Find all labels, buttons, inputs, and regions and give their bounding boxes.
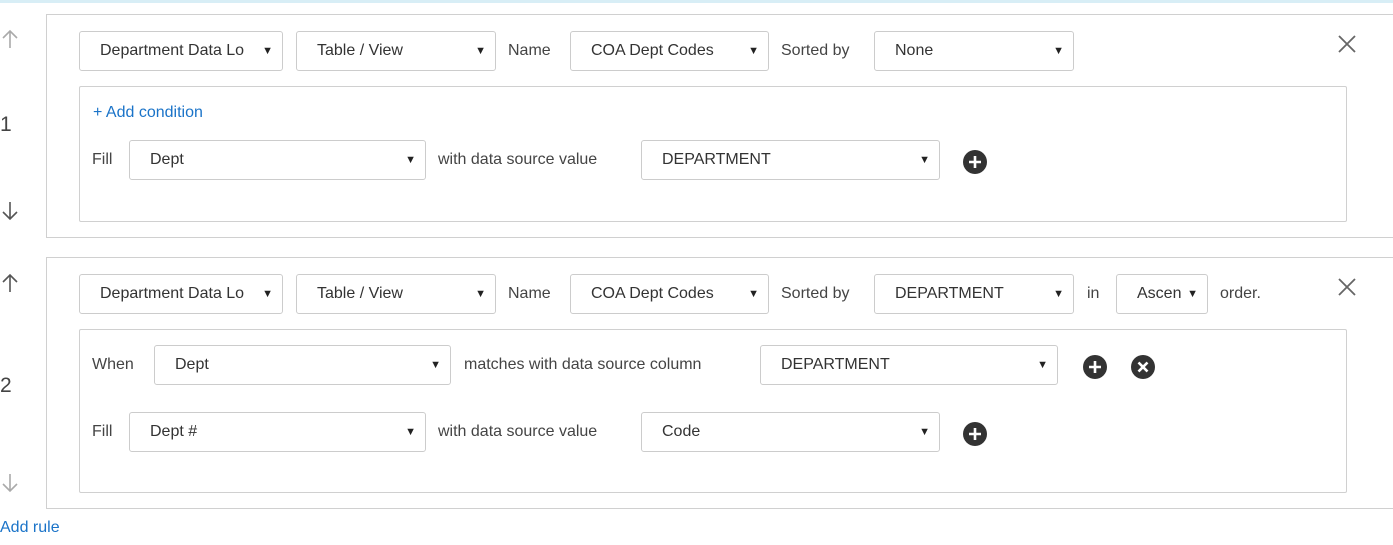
source-select[interactable]: Department Data Lo ▼: [79, 274, 283, 314]
dropdown-caret-icon: ▼: [430, 359, 441, 371]
move-up-icon[interactable]: [0, 272, 24, 296]
dropdown-caret-icon: ▼: [748, 288, 759, 300]
name-select-value: COA Dept Codes: [591, 42, 714, 59]
dropdown-caret-icon: ▼: [1037, 359, 1048, 371]
data-source-value-select[interactable]: Code ▼: [641, 412, 940, 452]
source-select-value: Department Data Lo: [100, 42, 245, 59]
dropdown-caret-icon: ▼: [262, 288, 273, 300]
sorted-by-label: Sorted by: [781, 42, 850, 59]
rule-2-mapping-box: When Dept ▼ matches with data source col…: [79, 329, 1347, 493]
fill-label: Fill: [92, 423, 113, 440]
sorted-by-select[interactable]: None ▼: [874, 31, 1074, 71]
move-up-icon[interactable]: [0, 28, 24, 52]
sort-order-select[interactable]: Ascen ▼: [1116, 274, 1208, 314]
sorted-by-label: Sorted by: [781, 285, 850, 302]
order-label: order.: [1220, 285, 1261, 302]
in-label: in: [1087, 285, 1100, 302]
dropdown-caret-icon: ▼: [1053, 288, 1064, 300]
rule-number: 1: [0, 113, 12, 136]
fill-field-select[interactable]: Dept # ▼: [129, 412, 426, 452]
source-type-value: Table / View: [317, 42, 403, 59]
source-type-value: Table / View: [317, 285, 403, 302]
rule-number: 2: [0, 374, 12, 397]
fill-field-value: Dept: [150, 151, 184, 168]
data-source-value: DEPARTMENT: [662, 151, 771, 168]
data-source-value: Code: [662, 423, 701, 440]
source-select[interactable]: Department Data Lo ▼: [79, 31, 283, 71]
add-mapping-icon[interactable]: [963, 150, 987, 174]
add-mapping-icon[interactable]: [963, 422, 987, 446]
when-field-select[interactable]: Dept ▼: [154, 345, 451, 385]
sort-order-value: Ascen: [1137, 285, 1182, 302]
matches-label: matches with data source column: [464, 356, 702, 373]
source-type-select[interactable]: Table / View ▼: [296, 274, 496, 314]
move-down-icon[interactable]: [0, 472, 24, 496]
top-border: [0, 0, 1393, 3]
fill-label: Fill: [92, 151, 113, 168]
source-type-select[interactable]: Table / View ▼: [296, 31, 496, 71]
with-data-source-label: with data source value: [438, 151, 598, 168]
fill-field-value: Dept #: [150, 423, 198, 440]
dropdown-caret-icon: ▼: [475, 45, 486, 57]
matches-column-select[interactable]: DEPARTMENT ▼: [760, 345, 1058, 385]
dropdown-caret-icon: ▼: [919, 426, 930, 438]
dropdown-caret-icon: ▼: [475, 288, 486, 300]
sorted-by-select[interactable]: DEPARTMENT ▼: [874, 274, 1074, 314]
name-select[interactable]: COA Dept Codes ▼: [570, 274, 769, 314]
name-label: Name: [508, 285, 551, 302]
dropdown-caret-icon: ▼: [1187, 288, 1198, 300]
add-condition-icon[interactable]: [1083, 355, 1107, 379]
dropdown-caret-icon: ▼: [919, 154, 930, 166]
source-select-value: Department Data Lo: [100, 285, 245, 302]
dropdown-caret-icon: ▼: [262, 45, 273, 57]
with-data-source-label: with data source value: [438, 423, 598, 440]
dropdown-caret-icon: ▼: [748, 45, 759, 57]
sorted-by-value: None: [895, 42, 934, 59]
remove-condition-icon[interactable]: [1131, 355, 1155, 379]
add-rule-link[interactable]: Add rule: [0, 519, 60, 537]
dropdown-caret-icon: ▼: [1053, 45, 1064, 57]
close-icon[interactable]: [1336, 33, 1358, 55]
name-select-value: COA Dept Codes: [591, 285, 714, 302]
when-field-value: Dept: [175, 356, 209, 373]
dropdown-caret-icon: ▼: [405, 154, 416, 166]
add-condition-link[interactable]: + Add condition: [93, 104, 203, 122]
name-select[interactable]: COA Dept Codes ▼: [570, 31, 769, 71]
when-label: When: [92, 356, 134, 373]
name-label: Name: [508, 42, 551, 59]
fill-field-select[interactable]: Dept ▼: [129, 140, 426, 180]
matches-column-value: DEPARTMENT: [781, 356, 890, 373]
move-down-icon[interactable]: [0, 200, 24, 224]
data-source-value-select[interactable]: DEPARTMENT ▼: [641, 140, 940, 180]
dropdown-caret-icon: ▼: [405, 426, 416, 438]
sorted-by-value: DEPARTMENT: [895, 285, 1004, 302]
rule-1-mapping-box: + Add condition Fill Dept ▼ with data so…: [79, 86, 1347, 222]
rule-1-box: Department Data Lo ▼ Table / View ▼ Name…: [46, 14, 1393, 238]
rule-2-box: Department Data Lo ▼ Table / View ▼ Name…: [46, 257, 1393, 509]
close-icon[interactable]: [1336, 276, 1358, 298]
